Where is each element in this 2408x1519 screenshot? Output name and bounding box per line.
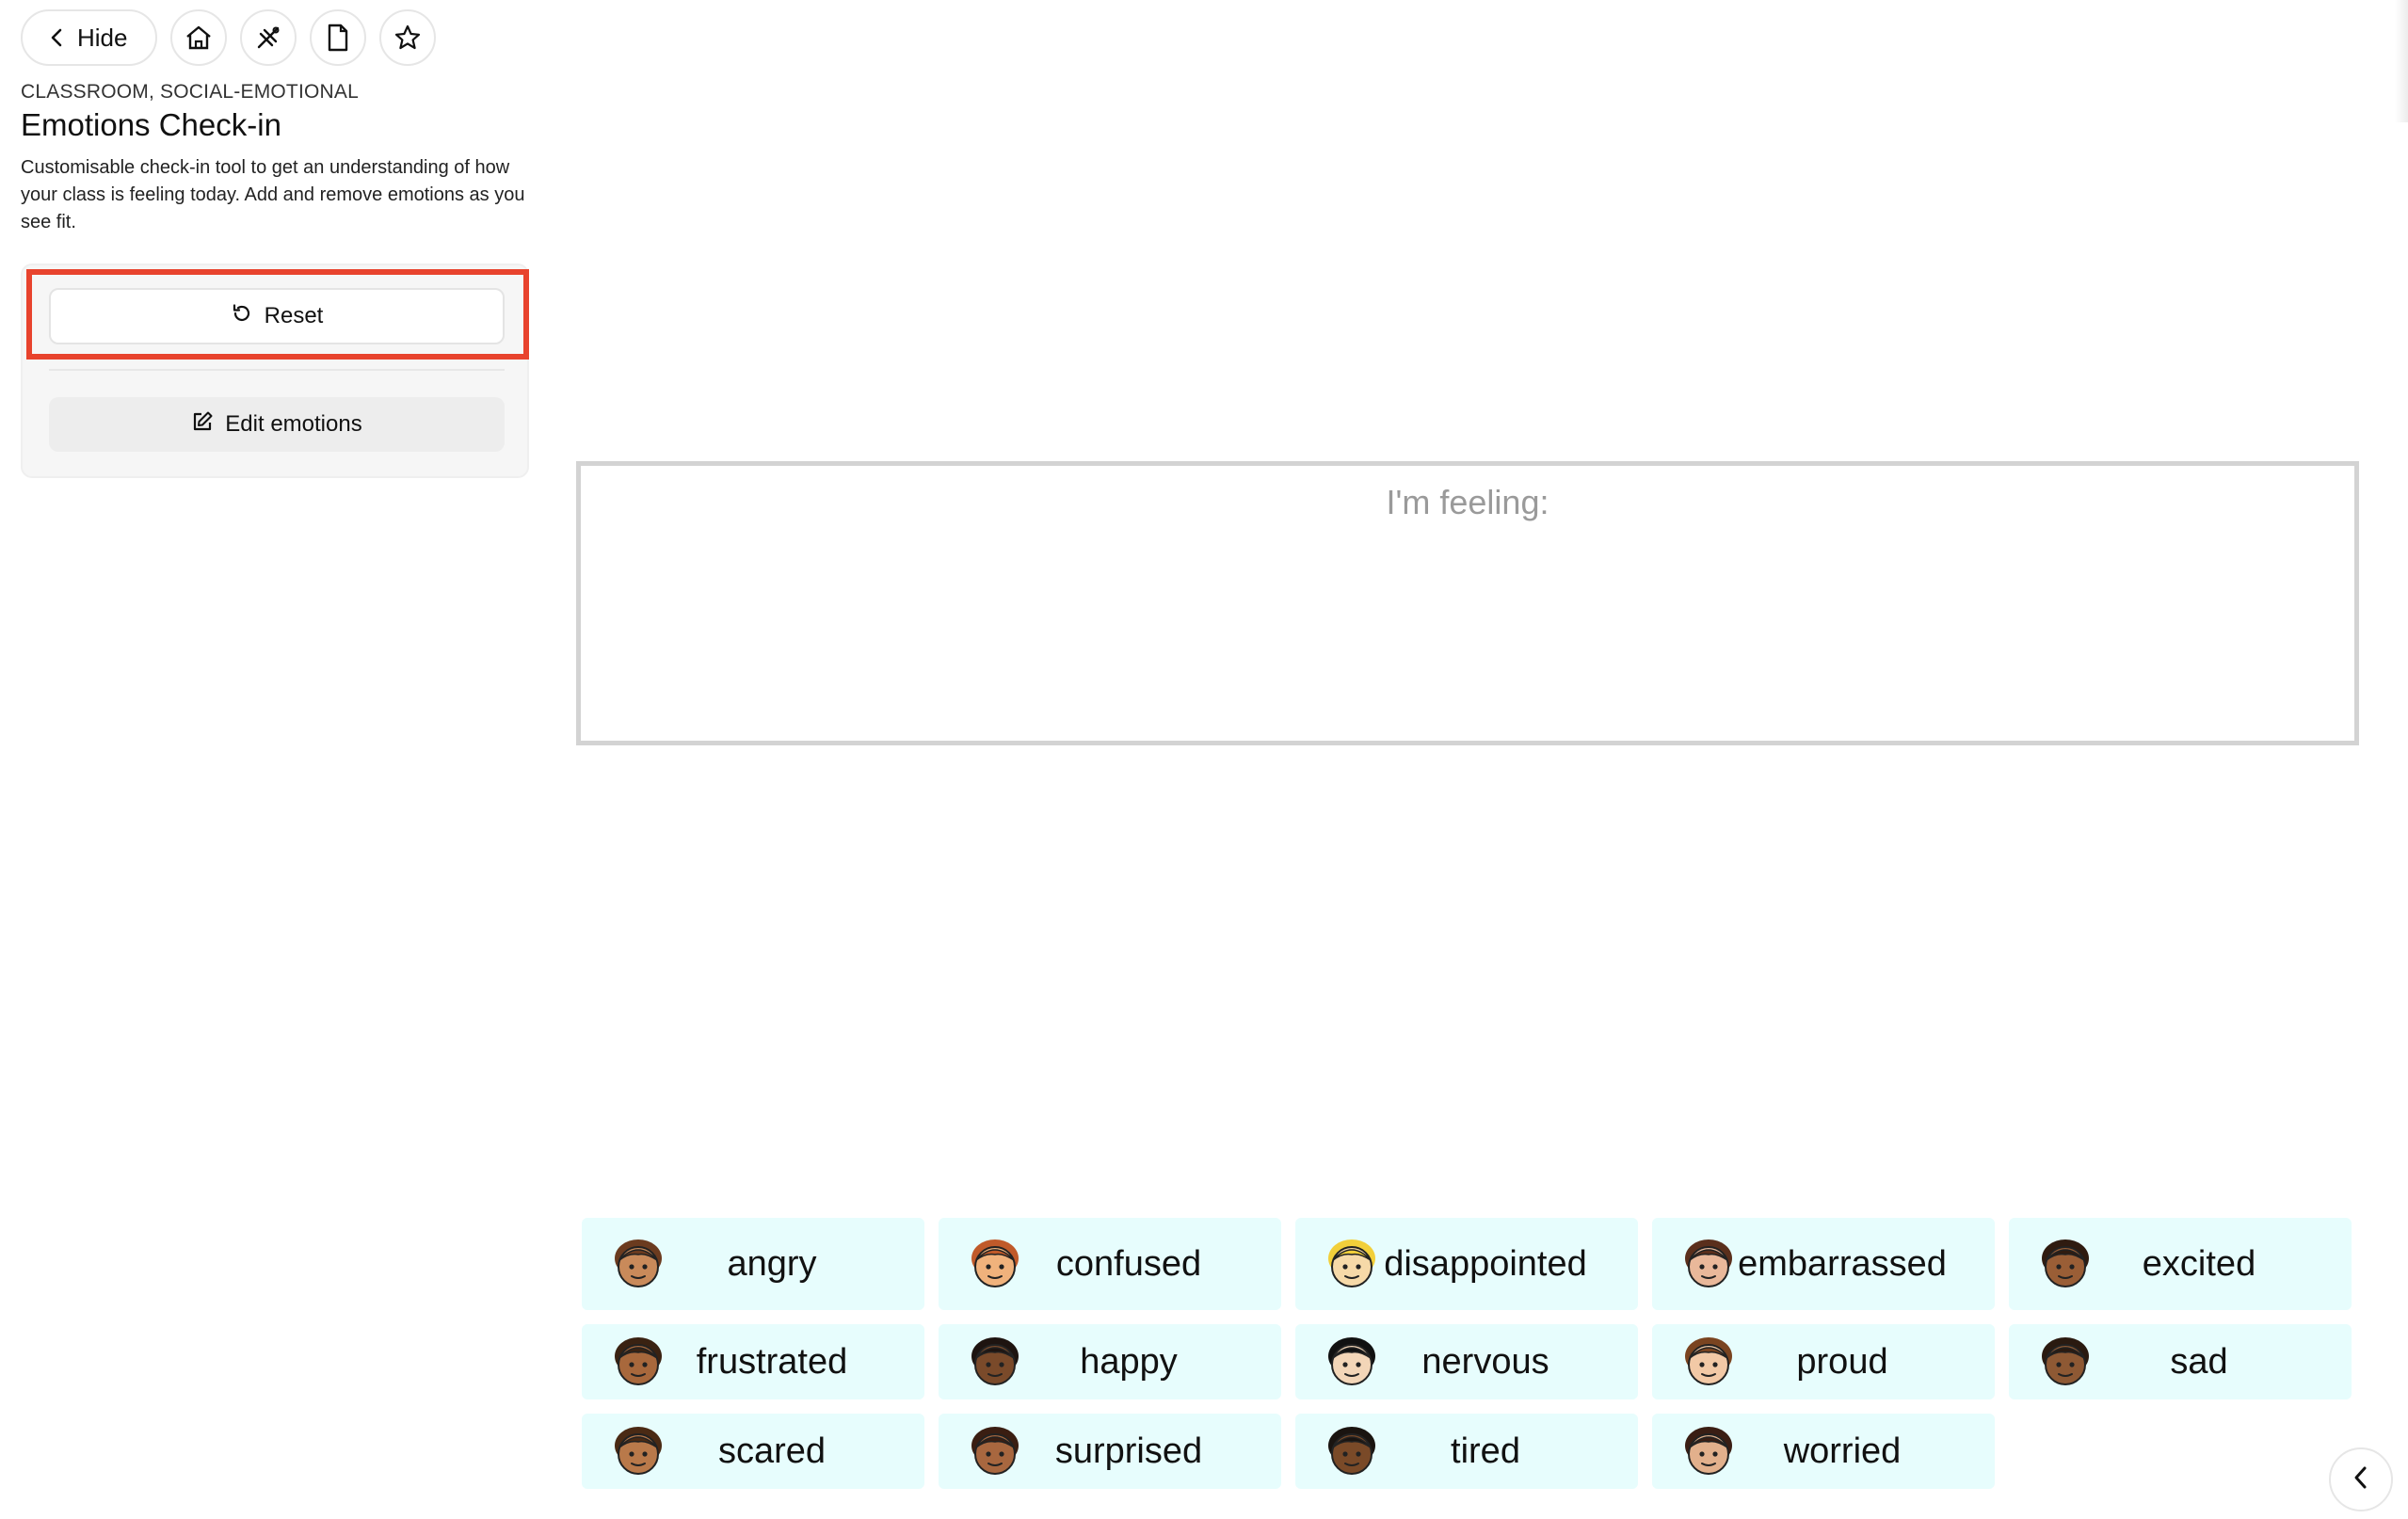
scared-face-icon — [608, 1421, 668, 1481]
angry-face-icon — [608, 1234, 668, 1294]
share-icon — [255, 24, 281, 51]
emotion-chip-confused[interactable]: confused — [939, 1218, 1281, 1310]
top-toolbar: Hide — [21, 9, 437, 66]
reset-button[interactable]: Reset — [49, 288, 505, 344]
page-title: Emotions Check-in — [21, 107, 281, 142]
emotion-chip-excited[interactable]: excited — [2009, 1218, 2352, 1310]
happy-face-icon — [965, 1332, 1025, 1392]
emotion-grid: angry confused disappointed embarrassed … — [582, 1218, 2352, 1489]
edit-icon — [191, 410, 214, 440]
surprised-face-icon — [965, 1421, 1025, 1481]
emotion-chip-sad[interactable]: sad — [2009, 1324, 2352, 1399]
emotion-chip-disappointed[interactable]: disappointed — [1295, 1218, 1638, 1310]
proud-face-icon — [1678, 1332, 1739, 1392]
share-button[interactable] — [240, 9, 297, 66]
panel-divider — [49, 369, 505, 371]
emotion-chip-worried[interactable]: worried — [1652, 1414, 1995, 1489]
tired-face-icon — [1322, 1421, 1382, 1481]
emotion-chip-tired[interactable]: tired — [1295, 1414, 1638, 1489]
home-button[interactable] — [170, 9, 228, 66]
chevron-left-icon — [2352, 1464, 2370, 1495]
controls-panel: Reset Edit emotions — [21, 264, 529, 478]
embarrassed-face-icon — [1678, 1234, 1739, 1294]
window-scroll-edge — [2395, 0, 2408, 122]
chevron-left-icon — [49, 27, 64, 48]
feeling-label: I'm feeling: — [1386, 483, 1549, 521]
hide-label: Hide — [77, 23, 128, 52]
emotion-chip-embarrassed[interactable]: embarrassed — [1652, 1218, 1995, 1310]
excited-face-icon — [2035, 1234, 2095, 1294]
confused-face-icon — [965, 1234, 1025, 1294]
favorite-button[interactable] — [379, 9, 437, 66]
disappointed-face-icon — [1322, 1234, 1382, 1294]
collapse-panel-button[interactable] — [2329, 1447, 2393, 1511]
worried-face-icon — [1678, 1421, 1739, 1481]
document-icon — [327, 24, 349, 52]
reset-label: Reset — [264, 303, 324, 328]
hide-button[interactable]: Hide — [21, 9, 158, 66]
emotion-chip-proud[interactable]: proud — [1652, 1324, 1995, 1399]
edit-emotions-button[interactable]: Edit emotions — [49, 397, 505, 452]
star-icon — [393, 24, 422, 52]
sad-face-icon — [2035, 1332, 2095, 1392]
frustrated-face-icon — [608, 1332, 668, 1392]
nervous-face-icon — [1322, 1332, 1382, 1392]
emotion-chip-happy[interactable]: happy — [939, 1324, 1281, 1399]
emotion-chip-angry[interactable]: angry — [582, 1218, 924, 1310]
tool-category: CLASSROOM, SOCIAL-EMOTIONAL — [21, 81, 359, 103]
emotion-chip-nervous[interactable]: nervous — [1295, 1324, 1638, 1399]
emotion-chip-scared[interactable]: scared — [582, 1414, 924, 1489]
document-button[interactable] — [310, 9, 367, 66]
emotion-chip-frustrated[interactable]: frustrated — [582, 1324, 924, 1399]
tool-description: Customisable check-in tool to get an und… — [21, 157, 525, 232]
emotion-chip-surprised[interactable]: surprised — [939, 1414, 1281, 1489]
edit-emotions-label: Edit emotions — [225, 411, 362, 437]
emotions-checkin-page: Hide CLASSROOM, SOCIAL-EMOTIONAL Emotion… — [0, 0, 2408, 1519]
reset-icon — [231, 302, 253, 331]
home-icon — [185, 24, 213, 51]
feeling-drop-zone[interactable]: I'm feeling: — [576, 461, 2359, 745]
